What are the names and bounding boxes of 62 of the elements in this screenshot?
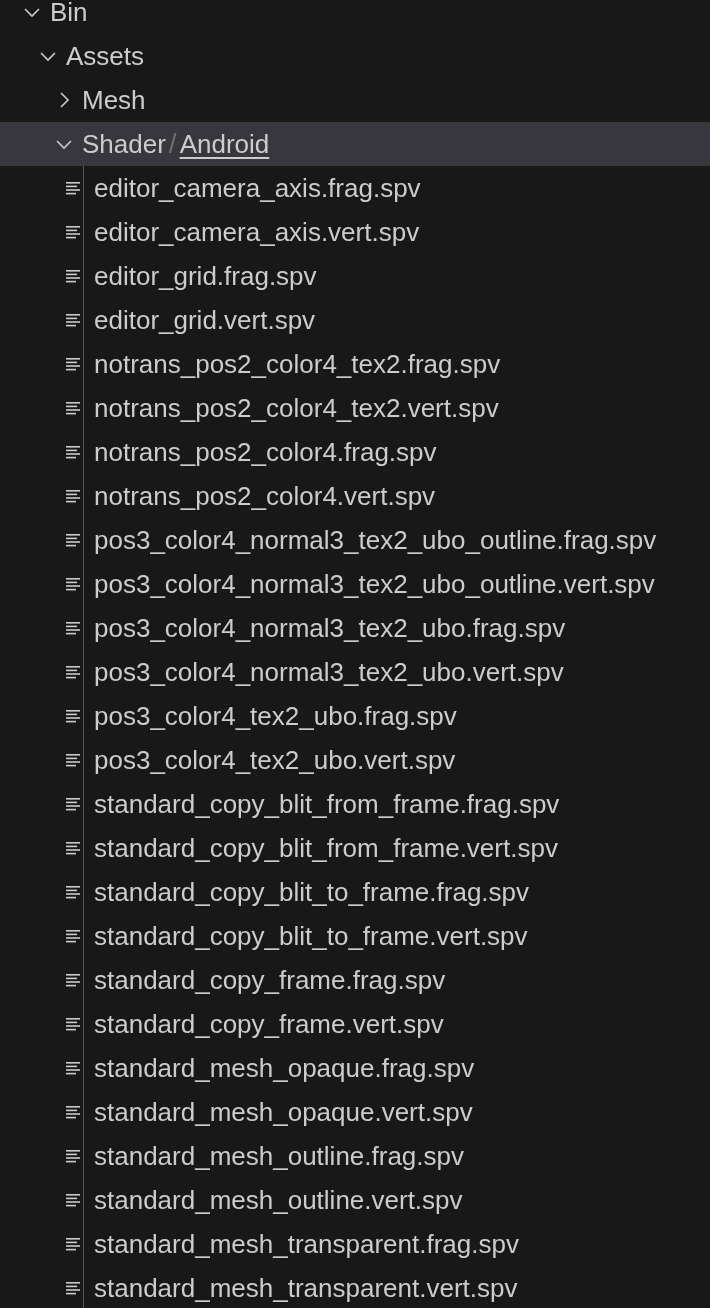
folder-row[interactable]: Shader/Android <box>0 122 710 166</box>
file-row[interactable]: pos3_color4_normal3_tex2_ubo_outline.vert.spv <box>0 562 710 606</box>
lines-icon <box>65 709 81 723</box>
folder-row[interactable]: Bin <box>0 0 710 34</box>
lines-icon <box>65 1017 81 1031</box>
file-row[interactable]: standard_copy_frame.vert.spv <box>0 1002 710 1046</box>
file-row[interactable]: notrans_pos2_color4_tex2.frag.spv <box>0 342 710 386</box>
file-row[interactable]: pos3_color4_normal3_tex2_ubo.frag.spv <box>0 606 710 650</box>
lines-icon <box>65 753 81 767</box>
lines-icon <box>65 885 81 899</box>
lines-icon <box>65 1149 81 1163</box>
file-row[interactable]: standard_copy_blit_to_frame.vert.spv <box>0 914 710 958</box>
lines-icon <box>65 621 81 635</box>
file-row[interactable]: standard_copy_frame.frag.spv <box>0 958 710 1002</box>
lines-icon <box>65 1193 81 1207</box>
folder-name[interactable]: Assets <box>66 36 145 76</box>
file-row[interactable]: pos3_color4_tex2_ubo.frag.spv <box>0 694 710 738</box>
file-row[interactable]: standard_mesh_opaque.frag.spv <box>0 1046 710 1090</box>
lines-icon <box>65 1237 81 1251</box>
file-row[interactable]: notrans_pos2_color4_tex2.vert.spv <box>0 386 710 430</box>
lines-icon <box>65 973 81 987</box>
lines-icon <box>65 225 81 239</box>
folder-name[interactable]: Mesh <box>82 80 146 120</box>
file-row[interactable]: standard_copy_blit_from_frame.vert.spv <box>0 826 710 870</box>
lines-icon <box>65 1105 81 1119</box>
lines-icon <box>65 181 81 195</box>
folder-row[interactable]: Assets <box>0 34 710 78</box>
lines-icon <box>65 489 81 503</box>
file-row[interactable]: standard_mesh_transparent.frag.spv <box>0 1222 710 1266</box>
lines-icon <box>65 357 81 371</box>
folder-row[interactable]: Mesh <box>0 78 710 122</box>
lines-icon <box>65 797 81 811</box>
lines-icon <box>65 445 81 459</box>
lines-icon <box>65 1281 81 1295</box>
lines-icon <box>65 929 81 943</box>
file-row[interactable]: pos3_color4_normal3_tex2_ubo_outline.frag.spv <box>0 518 710 562</box>
file-row[interactable]: editor_grid.frag.spv <box>0 254 710 298</box>
lines-icon <box>65 1061 81 1075</box>
lines-icon <box>65 665 81 679</box>
file-row[interactable]: notrans_pos2_color4.frag.spv <box>0 430 710 474</box>
file-row[interactable]: editor_camera_axis.frag.spv <box>0 166 710 210</box>
path-separator: / <box>168 127 177 161</box>
file-row[interactable]: standard_mesh_outline.vert.spv <box>0 1178 710 1222</box>
folder-name[interactable]: Shader <box>82 124 166 164</box>
file-row[interactable]: pos3_color4_normal3_tex2_ubo.vert.spv <box>0 650 710 694</box>
lines-icon <box>65 533 81 547</box>
file-row[interactable]: standard_copy_blit_to_frame.frag.spv <box>0 870 710 914</box>
file-row[interactable]: notrans_pos2_color4.vert.spv <box>0 474 710 518</box>
file-row[interactable]: editor_camera_axis.vert.spv <box>0 210 710 254</box>
file-row[interactable]: standard_mesh_outline.frag.spv <box>0 1134 710 1178</box>
file-row[interactable]: standard_copy_blit_from_frame.frag.spv <box>0 782 710 826</box>
file-row[interactable]: pos3_color4_tex2_ubo.vert.spv <box>0 738 710 782</box>
lines-icon <box>65 313 81 327</box>
folder-name[interactable]: Bin <box>50 0 88 32</box>
file-row[interactable]: standard_mesh_opaque.vert.spv <box>0 1090 710 1134</box>
lines-icon <box>65 577 81 591</box>
lines-icon <box>65 401 81 415</box>
lines-icon <box>65 269 81 283</box>
lines-icon <box>65 841 81 855</box>
file-row[interactable]: editor_grid.vert.spv <box>0 298 710 342</box>
folder-name[interactable]: Android <box>179 124 270 164</box>
file-row[interactable]: standard_mesh_transparent.vert.spv <box>0 1266 710 1308</box>
